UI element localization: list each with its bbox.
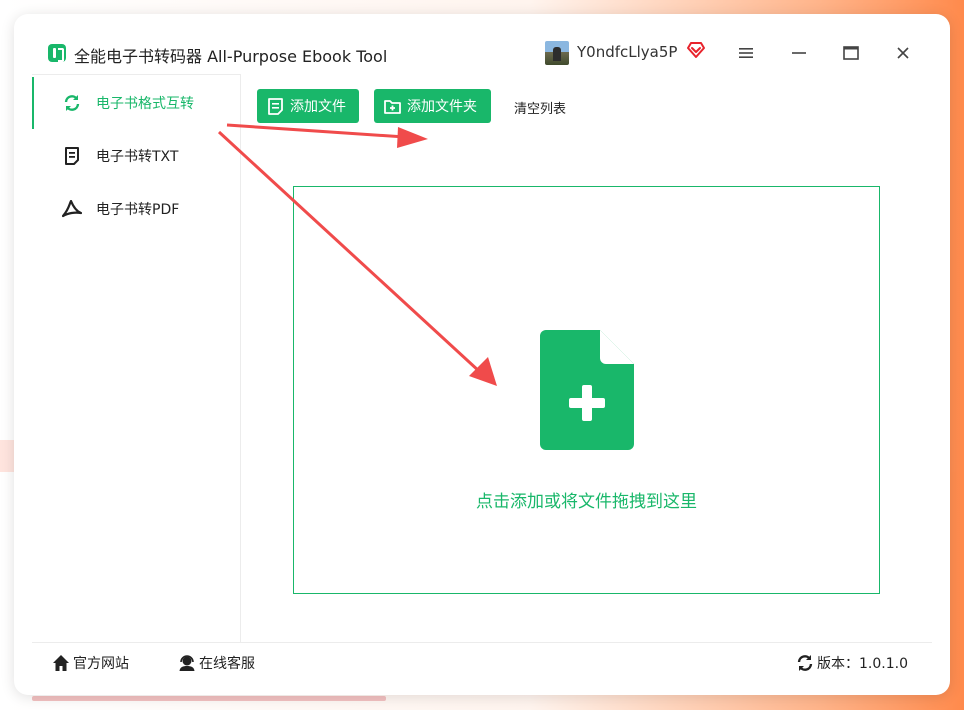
background-bar <box>32 696 386 701</box>
home-icon <box>53 655 69 671</box>
add-folder-button[interactable]: 添加文件夹 <box>374 89 491 123</box>
sidebar-item-format-convert[interactable]: 电子书格式互转 <box>32 77 240 129</box>
document-icon <box>62 146 82 166</box>
close-button[interactable] <box>892 42 914 64</box>
app-window: 全能电子书转码器 All-Purpose Ebook Tool Y0ndfcLl… <box>14 14 950 695</box>
username[interactable]: Y0ndfcLlya5P <box>577 43 677 61</box>
title-bar: 全能电子书转码器 All-Purpose Ebook Tool Y0ndfcLl… <box>14 14 950 74</box>
minimize-button[interactable] <box>788 42 810 64</box>
drop-zone-hint: 点击添加或将文件拖拽到这里 <box>476 492 697 512</box>
sidebar-item-label: 电子书格式互转 <box>96 96 194 112</box>
diamond-heart-icon[interactable] <box>686 41 706 59</box>
sidebar-item-label: 电子书转PDF <box>96 202 180 218</box>
menu-icon <box>739 48 753 58</box>
refresh-icon <box>797 655 813 671</box>
refresh-icon <box>62 93 82 113</box>
customer-service-icon <box>179 655 195 671</box>
add-file-label: 添加文件 <box>290 99 346 115</box>
add-folder-icon <box>384 99 401 114</box>
app-logo-icon <box>48 44 66 62</box>
sidebar-item-to-pdf[interactable]: 电子书转PDF <box>32 183 240 235</box>
online-service-link[interactable]: 在线客服 <box>178 653 255 673</box>
add-file-button[interactable]: 添加文件 <box>257 89 359 123</box>
sidebar-item-label: 电子书转TXT <box>96 149 179 165</box>
add-folder-label: 添加文件夹 <box>407 99 477 115</box>
pdf-icon <box>62 199 82 219</box>
footer: 官方网站 在线客服 版本：1.0.1.0 <box>32 642 932 682</box>
clear-list-button[interactable]: 清空列表 <box>514 98 566 117</box>
file-drop-zone[interactable]: 点击添加或将文件拖拽到这里 <box>293 186 880 594</box>
user-avatar[interactable] <box>545 41 569 65</box>
sidebar: 电子书格式互转 电子书转TXT 电子书转PDF <box>32 74 241 642</box>
minimize-icon <box>792 52 806 54</box>
version-label: 版本：1.0.1.0 <box>817 656 908 672</box>
close-icon <box>897 47 909 59</box>
official-website-label: 官方网站 <box>73 656 129 672</box>
add-document-icon <box>540 330 634 450</box>
online-service-label: 在线客服 <box>199 656 255 672</box>
app-title: 全能电子书转码器 All-Purpose Ebook Tool <box>74 47 388 66</box>
menu-button[interactable] <box>735 42 757 64</box>
version-info: 版本：1.0.1.0 <box>796 653 908 673</box>
sidebar-item-to-txt[interactable]: 电子书转TXT <box>32 130 240 182</box>
official-website-link[interactable]: 官方网站 <box>52 653 129 673</box>
maximize-icon <box>843 46 859 60</box>
file-icon <box>268 97 283 115</box>
maximize-button[interactable] <box>840 42 862 64</box>
